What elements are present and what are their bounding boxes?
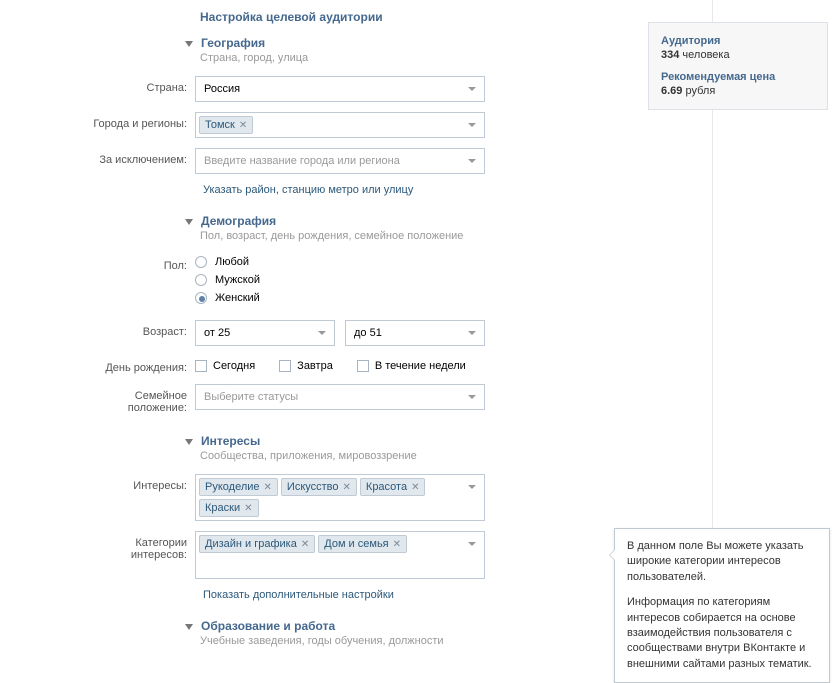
interest-tag: Рукоделие✕: [199, 478, 278, 496]
tooltip-p2: Информация по категориям интересов собир…: [627, 595, 817, 672]
checkbox-icon: [195, 360, 207, 372]
checkbox-today[interactable]: Сегодня: [195, 360, 255, 372]
except-placeholder: Введите название города или региона: [199, 152, 405, 170]
category-tag: Дизайн и графика✕: [199, 535, 315, 553]
category-tag: Дом и семья✕: [318, 535, 407, 553]
label-interests: Интересы:: [80, 474, 195, 492]
collapse-icon[interactable]: [185, 219, 193, 225]
radio-male[interactable]: Мужской: [195, 274, 485, 286]
categories-input[interactable]: Дизайн и графика✕ Дом и семья✕: [195, 531, 485, 579]
label-birthday: День рождения:: [80, 356, 195, 374]
close-icon[interactable]: ✕: [239, 120, 247, 131]
help-tooltip: В данном поле Вы можете указать широкие …: [614, 528, 830, 683]
radio-icon: [195, 256, 207, 268]
checkbox-label: Завтра: [297, 360, 333, 372]
page-title: Настройка целевой аудитории: [200, 10, 620, 24]
age-to-value: до 51: [354, 327, 382, 339]
label-status: Семейное положение:: [80, 384, 195, 414]
collapse-icon[interactable]: [185, 624, 193, 630]
label-age: Возраст:: [80, 320, 195, 338]
interest-tag: Краски✕: [199, 499, 259, 517]
audience-label: Аудитория: [661, 35, 815, 47]
country-value: Россия: [204, 83, 240, 95]
age-to-select[interactable]: до 51: [345, 320, 485, 346]
label-except: За исключением:: [80, 148, 195, 166]
radio-female[interactable]: Женский: [195, 292, 485, 304]
except-input[interactable]: Введите название города или региона: [195, 148, 485, 174]
checkbox-label: Сегодня: [213, 360, 255, 372]
close-icon[interactable]: ✕: [393, 539, 401, 550]
age-from-value: от 25: [204, 327, 230, 339]
checkbox-tomorrow[interactable]: Завтра: [279, 360, 333, 372]
close-icon[interactable]: ✕: [244, 503, 252, 514]
price-value: 6.69 рубля: [661, 85, 815, 97]
radio-icon: [195, 274, 207, 286]
status-placeholder: Выберите статусы: [199, 388, 303, 406]
collapse-icon[interactable]: [185, 439, 193, 445]
geo-link[interactable]: Указать район, станцию метро или улицу: [203, 184, 620, 196]
section-subtitle-geo: Страна, город, улица: [200, 52, 620, 64]
radio-label: Любой: [215, 256, 249, 268]
section-subtitle-demo: Пол, возраст, день рождения, семейное по…: [200, 230, 620, 242]
radio-label: Мужской: [215, 274, 260, 286]
section-subtitle-education: Учебные заведения, годы обучения, должно…: [200, 635, 620, 647]
label-country: Страна:: [80, 76, 195, 94]
collapse-icon[interactable]: [185, 41, 193, 47]
section-title-interests: Интересы: [201, 434, 260, 448]
country-select[interactable]: Россия: [195, 76, 485, 102]
label-categories: Категории интересов:: [80, 531, 195, 561]
sidebar-panel: Аудитория 334 человека Рекомендуемая цен…: [648, 22, 828, 110]
radio-any[interactable]: Любой: [195, 256, 485, 268]
close-icon[interactable]: ✕: [411, 482, 419, 493]
cities-input[interactable]: Томск ✕: [195, 112, 485, 138]
interest-tag: Красота✕: [360, 478, 426, 496]
main-form: Настройка целевой аудитории География Ст…: [0, 0, 620, 647]
checkbox-label: В течение недели: [375, 360, 466, 372]
section-title-education: Образование и работа: [201, 619, 335, 633]
section-subtitle-interests: Сообщества, приложения, мировоззрение: [200, 450, 620, 462]
city-tag: Томск ✕: [199, 116, 253, 134]
checkbox-icon: [279, 360, 291, 372]
label-cities: Города и регионы:: [80, 112, 195, 130]
audience-value: 334 человека: [661, 49, 815, 61]
radio-icon: [195, 292, 207, 304]
tag-label: Томск: [205, 119, 235, 131]
interests-input[interactable]: Рукоделие✕ Искусство✕ Красота✕ Краски✕: [195, 474, 485, 521]
checkbox-icon: [357, 360, 369, 372]
section-title-geo: География: [201, 36, 265, 50]
close-icon[interactable]: ✕: [301, 539, 309, 550]
age-from-select[interactable]: от 25: [195, 320, 335, 346]
price-label: Рекомендуемая цена: [661, 71, 815, 83]
radio-label: Женский: [215, 292, 260, 304]
close-icon[interactable]: ✕: [343, 482, 351, 493]
tooltip-p1: В данном поле Вы можете указать широкие …: [627, 539, 817, 585]
close-icon[interactable]: ✕: [264, 482, 272, 493]
checkbox-week[interactable]: В течение недели: [357, 360, 466, 372]
section-title-demo: Демография: [201, 214, 276, 228]
status-select[interactable]: Выберите статусы: [195, 384, 485, 410]
interests-link[interactable]: Показать дополнительные настройки: [203, 589, 620, 601]
label-gender: Пол:: [80, 254, 195, 272]
interest-tag: Искусство✕: [281, 478, 357, 496]
